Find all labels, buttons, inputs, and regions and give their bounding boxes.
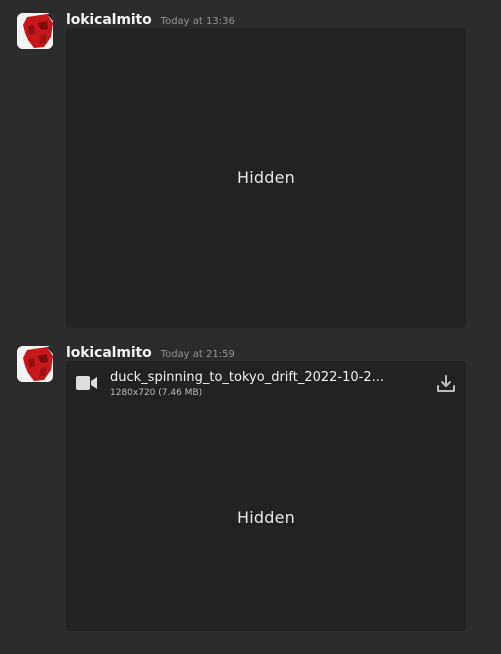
- avatar[interactable]: [17, 346, 53, 382]
- hidden-label: Hidden: [237, 168, 295, 187]
- video-attachment[interactable]: duck_spinning_to_tokyo_drift_2022-10-2..…: [66, 361, 466, 631]
- avatar[interactable]: [17, 13, 53, 49]
- attachment-filename[interactable]: duck_spinning_to_tokyo_drift_2022-10-2..…: [110, 370, 410, 385]
- timestamp: Today at 13:36: [160, 15, 235, 27]
- chat-page: lokicalmito Today at 13:36 Hidden lokica…: [0, 0, 501, 654]
- hidden-label: Hidden: [237, 508, 295, 527]
- username[interactable]: lokicalmito: [66, 345, 152, 361]
- hidden-media-embed[interactable]: Hidden: [66, 28, 466, 328]
- message-header: lokicalmito Today at 13:36: [66, 10, 235, 30]
- timestamp: Today at 21:59: [160, 348, 235, 360]
- attachment-filesize: 1280x720 (7.46 MB): [110, 388, 203, 398]
- video-camera-icon: [76, 376, 97, 390]
- file-info-row: duck_spinning_to_tokyo_drift_2022-10-2..…: [66, 361, 466, 405]
- download-icon[interactable]: [436, 374, 456, 394]
- message-header: lokicalmito Today at 21:59: [66, 343, 235, 363]
- username[interactable]: lokicalmito: [66, 12, 152, 28]
